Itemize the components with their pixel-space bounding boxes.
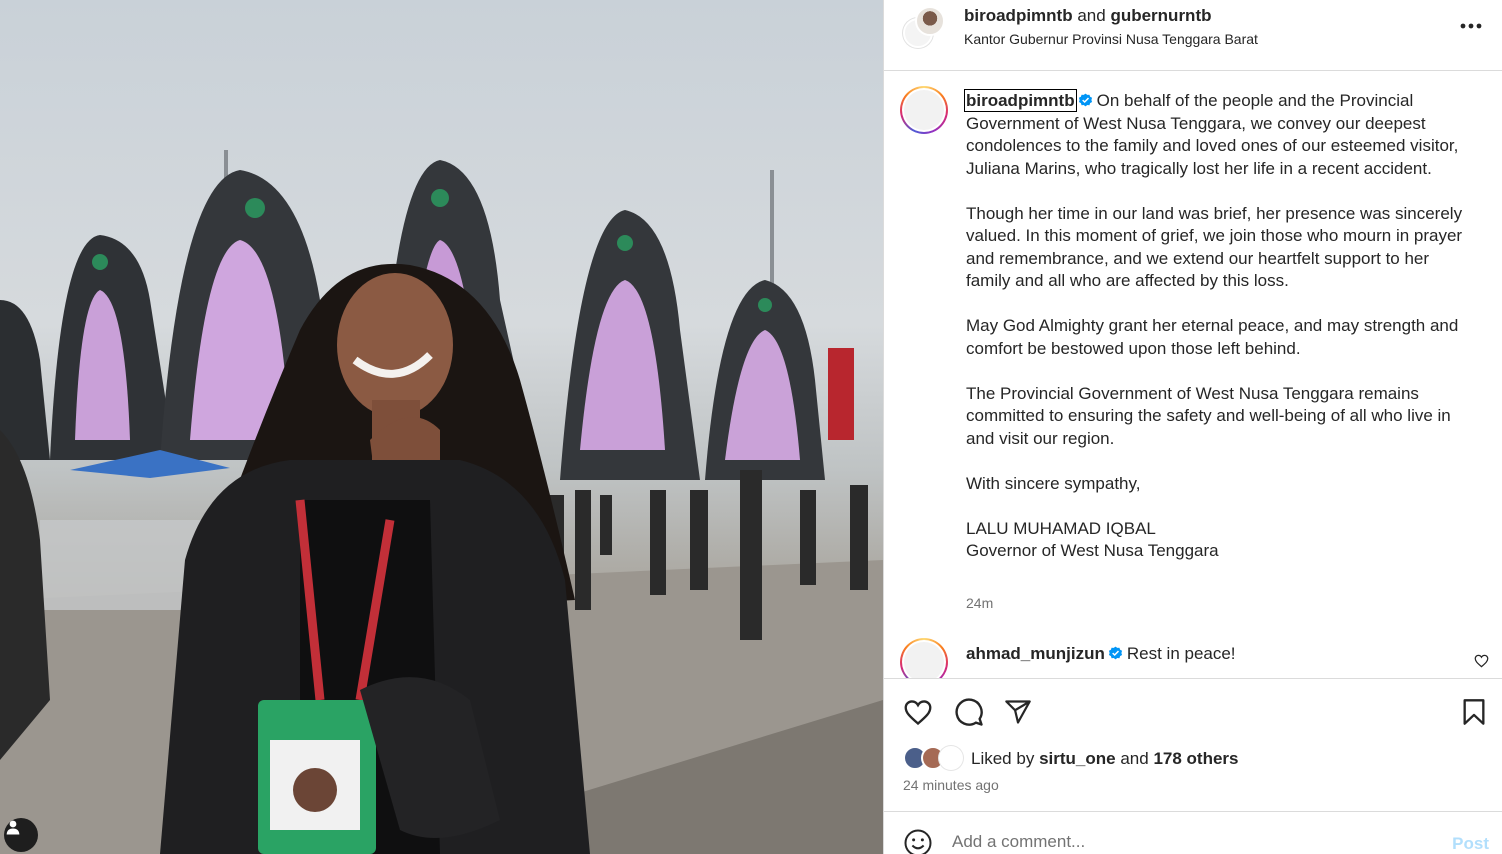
coauthor-link[interactable]: gubernurntb (1110, 6, 1211, 25)
tagged-user-button[interactable] (4, 818, 38, 852)
emoji-smile-icon (904, 829, 932, 854)
post-caption: biroadpimntb On behalf of the people and … (964, 89, 1476, 563)
caption-paragraph-1: Though her time in our land was brief, h… (966, 203, 1463, 291)
liked-by-user-link[interactable]: sirtu_one (1039, 749, 1116, 768)
comment-username[interactable]: ahmad_munjizun (966, 644, 1105, 663)
avatar[interactable] (900, 638, 948, 678)
comments-list[interactable]: biroadpimntb On behalf of the people and … (884, 72, 1502, 678)
comment-composer: Post (884, 811, 1502, 854)
caption-paragraph-3: The Provincial Government of West Nusa T… (966, 383, 1451, 448)
avatar (915, 6, 945, 36)
post-comment-button[interactable]: Post (1452, 834, 1489, 854)
bookmark-icon (1463, 699, 1485, 725)
post-timestamp[interactable]: 24 minutes ago (903, 777, 999, 793)
avatar[interactable] (900, 86, 948, 134)
comment-button[interactable] (952, 695, 986, 729)
share-button[interactable] (1001, 695, 1035, 729)
post-image[interactable] (0, 0, 883, 854)
comment-bubble-icon (955, 698, 983, 726)
like-button[interactable] (901, 695, 935, 729)
more-options-button[interactable] (1459, 14, 1483, 38)
heart-icon (904, 699, 932, 725)
save-button[interactable] (1457, 695, 1491, 729)
likes-summary: Liked by sirtu_one and 178 others (903, 746, 1483, 772)
post-authors: biroadpimntb and gubernurntb (964, 6, 1212, 26)
heart-icon (1474, 654, 1489, 668)
comment-item: ahmad_munjizun Rest in peace! (884, 638, 1502, 678)
more-horizontal-icon (1460, 23, 1482, 29)
emoji-button[interactable] (903, 828, 933, 854)
comment-text: Rest in peace! (1126, 644, 1236, 663)
caption-signature: LALU MUHAMAD IQBAL Governor of West Nusa… (966, 518, 1219, 561)
caption-paragraph-2: May God Almighty grant her eternal peace… (966, 316, 1459, 358)
location-link[interactable]: Kantor Gubernur Provinsi Nusa Tenggara B… (964, 31, 1258, 47)
collab-avatars[interactable] (903, 6, 949, 50)
likes-prefix: Liked by (971, 749, 1035, 768)
verified-badge-icon (1078, 93, 1092, 107)
likes-count-link[interactable]: 178 others (1153, 749, 1238, 768)
caption-username[interactable]: biroadpimntb (964, 89, 1077, 112)
comment-input[interactable] (952, 832, 1412, 852)
author-link[interactable]: biroadpimntb (964, 6, 1073, 25)
caption-paragraph-0: biroadpimntb On behalf of the people and … (964, 89, 1476, 180)
comment-like-button[interactable] (1474, 654, 1490, 670)
authors-joiner: and (1077, 6, 1106, 25)
likes-text: Liked by sirtu_one and 178 others (971, 749, 1238, 769)
likes-joiner: and (1120, 749, 1149, 768)
verified-badge-icon (1108, 646, 1122, 660)
caption-paragraph-4: With sincere sympathy, (966, 473, 1141, 493)
user-tag-icon (6, 820, 20, 835)
post-actions: Liked by sirtu_one and 178 others 24 min… (884, 678, 1502, 811)
post-header: biroadpimntb and gubernurntb Kantor Gube… (884, 0, 1502, 71)
avatar (939, 746, 963, 770)
post-details-panel: biroadpimntb and gubernurntb Kantor Gube… (883, 0, 1502, 854)
festival-photo (0, 150, 883, 854)
send-paper-plane-icon (1005, 700, 1031, 724)
comment-body: ahmad_munjizun Rest in peace! (966, 644, 1236, 664)
caption-timestamp[interactable]: 24m (966, 595, 993, 611)
